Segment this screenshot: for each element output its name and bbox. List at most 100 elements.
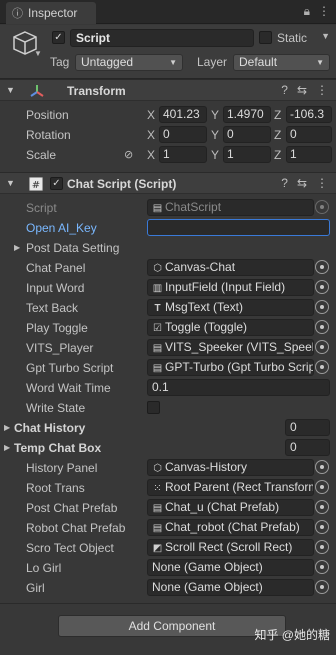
- axis-y-label[interactable]: Y: [211, 108, 219, 122]
- write-state-row: Write State: [0, 398, 336, 418]
- robot-chat-prefab-field[interactable]: ▤ Chat_robot (Chat Prefab): [147, 519, 314, 536]
- text-back-field[interactable]: T MsgText (Text): [147, 299, 314, 316]
- static-dropdown-icon[interactable]: ▼: [321, 31, 330, 41]
- word-wait-field[interactable]: 0.1: [147, 379, 330, 396]
- rotation-z-field[interactable]: 0: [286, 126, 332, 143]
- chat-history-label[interactable]: Chat History: [14, 421, 85, 435]
- play-toggle-field[interactable]: ☑ Toggle (Toggle): [147, 319, 314, 336]
- chat-history-row[interactable]: ▶ Chat History 0: [0, 418, 336, 438]
- static-checkbox[interactable]: [259, 31, 272, 44]
- help-icon[interactable]: ?: [281, 176, 288, 190]
- axis-x-label[interactable]: X: [147, 148, 155, 162]
- object-picker-icon[interactable]: [315, 500, 329, 514]
- post-data-setting-label[interactable]: Post Data Setting: [26, 241, 119, 255]
- scale-z-field[interactable]: 1: [286, 146, 332, 163]
- object-picker-icon[interactable]: [315, 520, 329, 534]
- scroll-rect-field[interactable]: ◩ Scroll Rect (Scroll Rect): [147, 539, 314, 556]
- scale-x-field[interactable]: 1: [159, 146, 207, 163]
- chevron-down-icon: ▼: [169, 58, 177, 67]
- object-picker-icon[interactable]: [315, 260, 329, 274]
- object-picker-icon[interactable]: [315, 480, 329, 494]
- tag-value: Untagged: [81, 55, 134, 69]
- rotation-x-field[interactable]: 0: [159, 126, 207, 143]
- axis-z-label[interactable]: Z: [274, 128, 281, 142]
- add-component-button[interactable]: Add Component: [58, 615, 286, 637]
- axis-z-label[interactable]: Z: [274, 148, 281, 162]
- robot-chat-prefab-value: Chat_robot (Chat Prefab): [165, 520, 300, 534]
- scale-y-field[interactable]: 1: [223, 146, 271, 163]
- vits-player-field[interactable]: ▤VITS_Speeker (VITS_Speeker): [147, 339, 314, 356]
- openai-key-input[interactable]: [147, 219, 330, 236]
- active-checkbox[interactable]: ✓: [52, 31, 65, 44]
- post-chat-prefab-field[interactable]: ▤ Chat_u (Chat Prefab): [147, 499, 314, 516]
- divider: [0, 603, 336, 604]
- position-y-field[interactable]: 1.4970: [223, 106, 271, 123]
- vits-player-label: VITS_Player: [26, 341, 94, 355]
- menu-icon[interactable]: ⋮: [316, 176, 328, 190]
- fold-right-icon[interactable]: ▶: [4, 443, 10, 452]
- gpt-turbo-row: Gpt Turbo Script ▤ GPT-Turbo (Gpt Turbo S…: [0, 358, 336, 378]
- chat-script-header[interactable]: ▼ # ✓ Chat Script (Script) ? ⇆ ⋮: [0, 172, 336, 194]
- transform-header[interactable]: ▼ Transform ? ⇆ ⋮: [0, 79, 336, 101]
- chat-history-size-field[interactable]: 0: [285, 419, 330, 436]
- toggle-icon: ☑: [153, 323, 162, 334]
- preset-icon[interactable]: ⇆: [297, 176, 307, 190]
- axis-y-label[interactable]: Y: [211, 128, 219, 142]
- gpt-turbo-field[interactable]: ▤ GPT-Turbo (Gpt Turbo Script): [147, 359, 314, 376]
- text-component-icon: T: [154, 303, 161, 314]
- rotation-y-field[interactable]: 0: [223, 126, 271, 143]
- enable-checkbox[interactable]: ✓: [50, 177, 63, 190]
- script-file-icon: ▤: [152, 363, 163, 374]
- layer-dropdown[interactable]: Default ▼: [233, 54, 330, 71]
- object-header: ▼ ✓ Script Static ▼ Tag Untagged ▼ Layer …: [0, 25, 336, 79]
- root-trans-field[interactable]: ⁙ Root Parent (Rect Transform): [147, 479, 314, 496]
- input-word-row: Input Word ▥ InputField (Input Field): [0, 278, 336, 298]
- axis-y-label[interactable]: Y: [211, 148, 219, 162]
- object-picker-icon[interactable]: [315, 280, 329, 294]
- lock-icon[interactable]: 🔒︎: [304, 4, 310, 19]
- fold-right-icon[interactable]: ▶: [4, 423, 10, 432]
- object-picker-icon[interactable]: [315, 540, 329, 554]
- object-picker-icon[interactable]: [315, 300, 329, 314]
- object-picker-icon[interactable]: [315, 360, 329, 374]
- fold-down-icon[interactable]: ▼: [6, 85, 15, 95]
- temp-chat-box-row[interactable]: ▶ Temp Chat Box 0: [0, 438, 336, 458]
- temp-chat-box-label[interactable]: Temp Chat Box: [14, 441, 101, 455]
- object-name-field[interactable]: Script: [70, 29, 254, 47]
- temp-chat-box-size-field[interactable]: 0: [285, 439, 330, 456]
- axis-x-label[interactable]: X: [147, 128, 155, 142]
- history-panel-field[interactable]: ⬡ Canvas-History: [147, 459, 314, 476]
- object-picker-icon[interactable]: [315, 580, 329, 594]
- fold-right-icon[interactable]: ▶: [14, 243, 20, 252]
- menu-icon[interactable]: ⋮: [316, 83, 328, 97]
- object-picker-icon[interactable]: [315, 460, 329, 474]
- gpt-turbo-label: Gpt Turbo Script: [26, 361, 114, 375]
- help-icon[interactable]: ?: [281, 83, 288, 97]
- object-picker-icon[interactable]: [315, 340, 329, 354]
- constrain-proportions-icon[interactable]: ⊘: [124, 148, 133, 161]
- chevron-down-icon[interactable]: ▼: [34, 49, 42, 58]
- menu-icon[interactable]: ⋮: [318, 4, 330, 19]
- object-picker-icon[interactable]: [315, 560, 329, 574]
- lo-girl-field[interactable]: None (Game Object): [147, 559, 314, 576]
- write-state-checkbox[interactable]: [147, 401, 160, 414]
- fold-down-icon[interactable]: ▼: [6, 178, 15, 188]
- position-x-field[interactable]: 401.23: [159, 106, 207, 123]
- input-field-icon: ▥: [152, 283, 163, 294]
- layer-label: Layer: [197, 55, 228, 69]
- robot-chat-prefab-row: Robot Chat Prefab ▤ Chat_robot (Chat Pref…: [0, 518, 336, 538]
- post-data-setting-row[interactable]: ▶ Post Data Setting: [0, 238, 336, 258]
- object-picker-icon[interactable]: [315, 320, 329, 334]
- position-z-field[interactable]: -106.3: [286, 106, 332, 123]
- chat-panel-field[interactable]: ⬡ Canvas-Chat: [147, 259, 314, 276]
- preset-icon[interactable]: ⇆: [297, 83, 307, 97]
- static-label: Static: [277, 31, 308, 45]
- tag-dropdown[interactable]: Untagged ▼: [75, 54, 183, 71]
- layer-value: Default: [239, 55, 278, 69]
- axis-z-label[interactable]: Z: [274, 108, 281, 122]
- axis-x-label[interactable]: X: [147, 108, 155, 122]
- position-label: Position: [26, 108, 69, 122]
- tab-inspector[interactable]: ⓘ Inspector: [6, 2, 96, 24]
- input-word-field[interactable]: ▥ InputField (Input Field): [147, 279, 314, 296]
- girl-field[interactable]: None (Game Object): [147, 579, 314, 596]
